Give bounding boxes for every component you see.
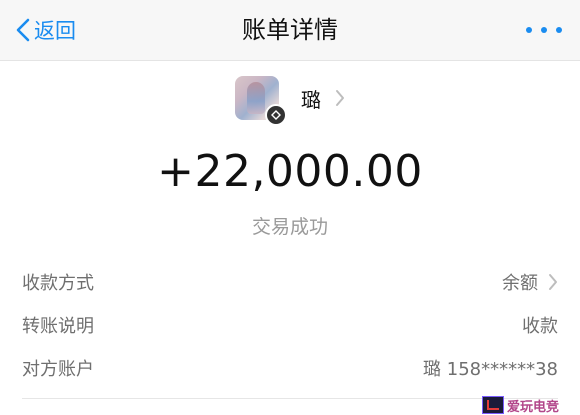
dot-icon [541, 27, 547, 33]
dot-icon [526, 27, 532, 33]
chevron-right-icon [549, 274, 557, 290]
detail-value: 余额 [502, 273, 538, 294]
transaction-status: 交易成功 [251, 216, 328, 238]
chevron-right-icon [336, 90, 344, 106]
detail-value: 收款 [522, 316, 558, 337]
watermark: 爱玩电竞 [482, 396, 574, 415]
detail-label: 转账说明 [22, 316, 94, 337]
detail-row-transfer-note: 转账说明 收款 [22, 305, 558, 345]
dot-icon [556, 27, 562, 33]
detail-value-group: 余额 [502, 269, 558, 295]
payee-section: 璐 [0, 74, 580, 126]
transaction-amount: +22,000.00 [157, 146, 423, 197]
detail-row-payment-method[interactable]: 收款方式 余额 [22, 262, 558, 302]
detail-value: 璐 158******38 [423, 359, 558, 380]
nav-bar: 返回 账单详情 [0, 0, 580, 61]
detail-label: 收款方式 [22, 273, 94, 294]
avatar [235, 76, 287, 126]
detail-label: 对方账户 [22, 359, 94, 380]
avatar-figure [247, 82, 265, 114]
payee-name: 璐 [301, 87, 321, 112]
payee-link[interactable]: 璐 [235, 76, 345, 126]
watermark-text: 爱玩电竞 [507, 399, 560, 415]
verified-badge-icon [265, 104, 287, 126]
detail-row-counterparty-account: 对方账户 璐 158******38 [22, 348, 558, 388]
watermark-logo-icon [482, 396, 504, 414]
more-options-button[interactable] [526, 16, 562, 44]
divider [22, 398, 558, 399]
page-title: 账单详情 [242, 16, 338, 44]
